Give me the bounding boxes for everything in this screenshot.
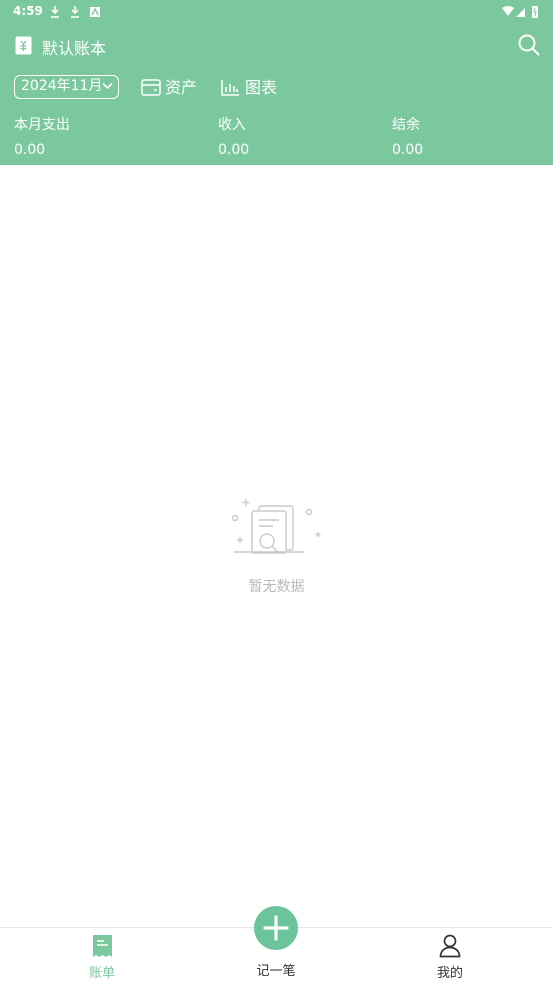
add-record-button[interactable] bbox=[254, 906, 298, 950]
assets-button[interactable]: 资产 bbox=[141, 75, 201, 101]
expense-value: 0.00 bbox=[14, 142, 46, 158]
expense-summary: 本月支出 0.00 bbox=[14, 115, 70, 160]
download-icon bbox=[51, 6, 100, 18]
expense-label: 本月支出 bbox=[14, 117, 70, 133]
monthly-summary: 本月支出 0.00 收入 0.00 结余 0.00 bbox=[0, 115, 553, 165]
status-notification-icons bbox=[50, 4, 110, 23]
empty-state-text: 暂无数据 bbox=[248, 579, 305, 595]
toolbar: 2024年11月 资产 图表 bbox=[0, 72, 553, 104]
search-icon[interactable] bbox=[516, 32, 542, 58]
status-bar: 4:59 bbox=[0, 0, 553, 24]
income-label: 收入 bbox=[218, 117, 246, 133]
title-bar: 默认账本 bbox=[0, 28, 553, 62]
tab-bills[interactable]: 账单 bbox=[42, 928, 162, 984]
month-selector-label: 2024年11月 bbox=[21, 78, 103, 94]
wallet-icon bbox=[141, 79, 161, 96]
tab-mine-label: 我的 bbox=[436, 966, 463, 981]
assets-label: 资产 bbox=[165, 78, 198, 97]
tab-mine[interactable]: 我的 bbox=[390, 928, 510, 984]
tab-bills-label: 账单 bbox=[88, 966, 115, 981]
bar-chart-icon bbox=[221, 80, 239, 96]
charts-button[interactable]: 图表 bbox=[221, 75, 281, 101]
month-selector[interactable]: 2024年11月 bbox=[14, 75, 119, 99]
charts-label: 图表 bbox=[245, 78, 278, 97]
income-value: 0.00 bbox=[218, 142, 250, 158]
user-icon bbox=[439, 934, 461, 958]
income-summary: 收入 0.00 bbox=[218, 115, 249, 160]
balance-value: 0.00 bbox=[392, 142, 424, 158]
chevron-down-icon bbox=[102, 82, 113, 90]
status-system-icons bbox=[501, 4, 541, 23]
balance-summary: 结余 0.00 bbox=[392, 115, 423, 160]
book-title[interactable]: 默认账本 bbox=[42, 35, 106, 59]
plus-icon bbox=[263, 915, 289, 941]
header: 4:59 默认账本 2024年11月 资产 图表 本月支出 0.00 收入 0.… bbox=[0, 0, 553, 165]
ledger-book-icon[interactable] bbox=[15, 36, 32, 55]
balance-label: 结余 bbox=[392, 117, 420, 133]
bill-icon bbox=[93, 935, 112, 957]
wifi-signal-battery-icon bbox=[502, 6, 538, 18]
add-record-label: 记一笔 bbox=[256, 964, 296, 979]
status-time: 4:59 bbox=[13, 4, 43, 18]
